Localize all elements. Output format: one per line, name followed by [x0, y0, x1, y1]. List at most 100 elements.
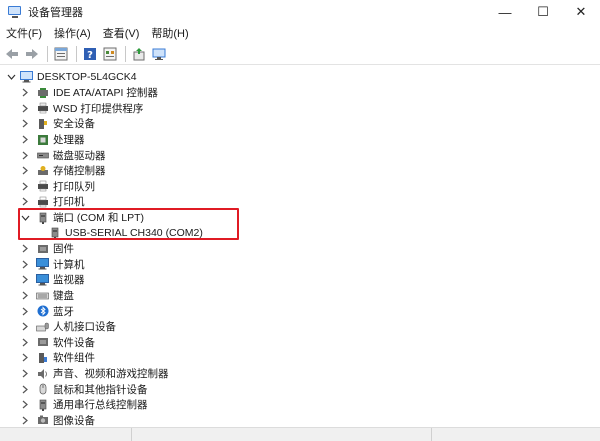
computer-icon — [36, 258, 49, 271]
tree-item-print-queue[interactable]: 打印队列 — [20, 179, 95, 195]
chevron-right-icon[interactable] — [20, 400, 30, 410]
chevron-right-icon[interactable] — [20, 119, 30, 129]
window-controls: — ☐ ✕ — [486, 0, 600, 24]
forward-arrow-icon — [26, 48, 38, 59]
title-bar: 设备管理器 — ☐ ✕ — [0, 0, 600, 24]
chevron-right-icon[interactable] — [20, 275, 30, 285]
tree-item-hid[interactable]: 人机接口设备 — [20, 319, 116, 335]
tree-item-label: 存储控制器 — [53, 165, 106, 178]
close-button[interactable]: ✕ — [562, 0, 600, 24]
close-icon: ✕ — [575, 4, 587, 19]
status-bar — [0, 427, 600, 441]
computer-name: DESKTOP-5L4GCK4 — [37, 70, 137, 83]
tree-item-firmware[interactable]: 固件 — [20, 241, 74, 257]
chevron-right-icon[interactable] — [20, 384, 30, 394]
minimize-button[interactable]: — — [486, 0, 524, 24]
status-segment — [432, 428, 600, 441]
chevron-right-icon[interactable] — [20, 353, 30, 363]
back-button[interactable] — [3, 45, 21, 63]
chevron-right-icon[interactable] — [20, 291, 30, 301]
update-driver-button[interactable] — [130, 45, 148, 63]
menu-file[interactable]: 文件(F) — [0, 25, 48, 43]
tree-item-label: 监视器 — [53, 274, 85, 287]
tree-item-label: 软件设备 — [53, 336, 95, 349]
tree-item-software-component[interactable]: 软件组件 — [20, 350, 95, 366]
chevron-right-icon[interactable] — [20, 322, 30, 332]
sound-icon — [36, 367, 49, 380]
chevron-right-icon[interactable] — [20, 197, 30, 207]
tree-item-sound[interactable]: 声音、视频和游戏控制器 — [20, 366, 169, 382]
computer-root-icon — [20, 70, 33, 83]
tree-item-disk[interactable]: 磁盘驱动器 — [20, 147, 106, 163]
help-button[interactable]: ? — [81, 45, 99, 63]
scan-hardware-icon — [152, 48, 166, 60]
tree-item-usb[interactable]: 通用串行总线控制器 — [20, 397, 148, 413]
properties-icon — [54, 47, 68, 60]
security-device-icon — [36, 117, 49, 130]
highlight-box — [18, 208, 239, 240]
tree-item-computer[interactable]: 计算机 — [20, 257, 85, 273]
software-component-icon — [36, 351, 49, 364]
imaging-icon — [36, 414, 49, 427]
disk-drive-icon — [36, 149, 49, 162]
tree-item-bluetooth[interactable]: 蓝牙 — [20, 303, 74, 319]
chevron-right-icon[interactable] — [20, 150, 30, 160]
mouse-icon — [36, 383, 49, 396]
tree-item-label: 软件组件 — [53, 352, 95, 365]
tree-item-security[interactable]: 安全设备 — [20, 116, 95, 132]
forward-button[interactable] — [23, 45, 41, 63]
print-queue-icon — [36, 180, 49, 193]
chevron-right-icon[interactable] — [20, 88, 30, 98]
tree-item-label: 鼠标和其他指针设备 — [53, 383, 148, 396]
tree-item-label: 声音、视频和游戏控制器 — [53, 368, 169, 381]
toolbar-separator — [47, 45, 48, 62]
tree-item-processor[interactable]: 处理器 — [20, 132, 85, 148]
chevron-right-icon[interactable] — [20, 259, 30, 269]
scan-hardware-button[interactable] — [150, 45, 168, 63]
view-button[interactable] — [101, 45, 119, 63]
tree-item-label: 处理器 — [53, 134, 85, 147]
chevron-right-icon[interactable] — [20, 306, 30, 316]
tree-item-software-device[interactable]: 软件设备 — [20, 335, 95, 351]
menu-help[interactable]: 帮助(H) — [145, 25, 194, 43]
menu-action[interactable]: 操作(A) — [48, 25, 97, 43]
wsd-printer-icon — [36, 102, 49, 115]
properties-button[interactable] — [52, 45, 70, 63]
tree-item-label: WSD 打印提供程序 — [53, 102, 144, 115]
tree-item-keyboard[interactable]: 键盘 — [20, 288, 74, 304]
maximize-button[interactable]: ☐ — [524, 0, 562, 24]
tree-item-label: 打印队列 — [53, 180, 95, 193]
tree-item-wsd[interactable]: WSD 打印提供程序 — [20, 101, 143, 117]
menu-view[interactable]: 查看(V) — [97, 25, 146, 43]
tree-item-storage[interactable]: 存储控制器 — [20, 163, 106, 179]
tree-item-label: 人机接口设备 — [53, 321, 116, 334]
chevron-right-icon[interactable] — [20, 103, 30, 113]
storage-controller-icon — [36, 164, 49, 177]
tree-item-monitor[interactable]: 监视器 — [20, 272, 85, 288]
tree-item-label: 磁盘驱动器 — [53, 149, 106, 162]
status-segment — [0, 428, 132, 441]
chevron-right-icon[interactable] — [20, 166, 30, 176]
tree-item-imaging[interactable]: 图像设备 — [20, 413, 95, 427]
chevron-down-icon[interactable] — [6, 72, 16, 82]
toolbar-separator — [76, 45, 77, 62]
tree-item-label: 安全设备 — [53, 118, 95, 131]
menu-bar: 文件(F) 操作(A) 查看(V) 帮助(H) — [0, 25, 600, 43]
tree-item-ide[interactable]: IDE ATA/ATAPI 控制器 — [20, 85, 158, 101]
toolbar-separator — [125, 45, 126, 62]
tree-item-mouse[interactable]: 鼠标和其他指针设备 — [20, 381, 148, 397]
bluetooth-icon — [36, 305, 49, 318]
chevron-right-icon[interactable] — [20, 135, 30, 145]
chevron-right-icon[interactable] — [20, 244, 30, 254]
software-device-icon — [36, 336, 49, 349]
chevron-right-icon[interactable] — [20, 181, 30, 191]
back-arrow-icon — [6, 48, 18, 59]
toolbar: ? — [0, 43, 600, 65]
tree-item-label: 通用串行总线控制器 — [53, 399, 148, 412]
tree-root[interactable]: DESKTOP-5L4GCK4 — [6, 69, 137, 85]
chevron-right-icon[interactable] — [20, 337, 30, 347]
tree-item-label: 计算机 — [53, 258, 85, 271]
device-manager-icon — [8, 5, 22, 19]
chevron-right-icon[interactable] — [20, 369, 30, 379]
chevron-right-icon[interactable] — [20, 415, 30, 425]
